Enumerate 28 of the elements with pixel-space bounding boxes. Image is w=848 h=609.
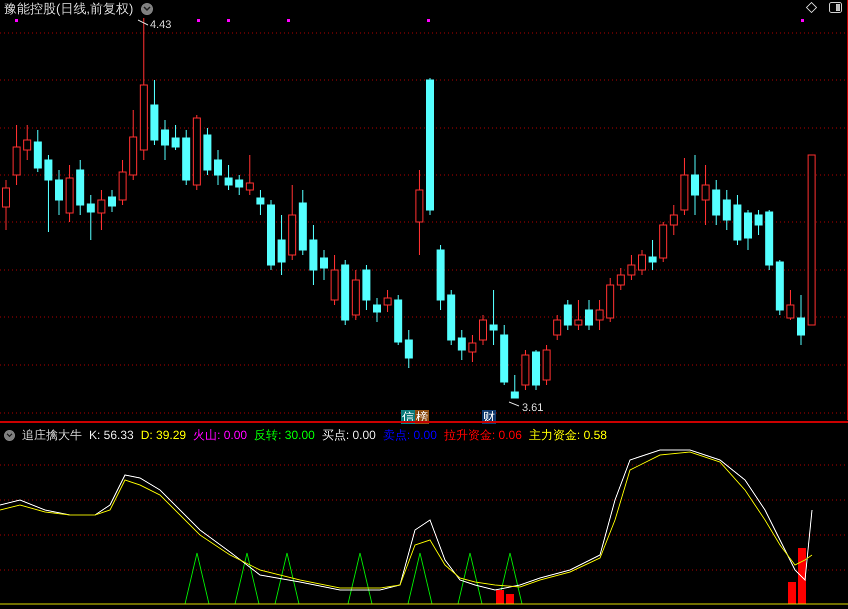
signal-spike [408, 552, 432, 604]
panel-toggle-icon[interactable] [829, 2, 842, 13]
fund-bar [798, 548, 806, 604]
low-price-label: 3.61 [522, 401, 544, 416]
indicator-reading: D: 39.29 [140, 427, 186, 444]
signal-spike [274, 552, 300, 604]
signal-spike [458, 552, 482, 604]
indicator-reading: 火山: 0.00 [193, 427, 248, 444]
chart-title: 豫能控股(日线,前复权) [4, 1, 134, 16]
signal-spike [348, 552, 372, 604]
diamond-icon[interactable] [806, 2, 817, 13]
indicator-name: 追庄擒大牛 [22, 427, 82, 444]
dropdown-icon[interactable] [4, 430, 15, 440]
high-price-label: 4.43 [150, 18, 172, 33]
indicator-reading: K: 56.33 [89, 427, 134, 444]
indicator-reading: 拉升资金: 0.06 [444, 427, 522, 444]
indicator-reading: 买点: 0.00 [322, 427, 376, 444]
indicator-reading: 反转: 30.00 [254, 427, 315, 444]
fund-bar [506, 594, 514, 604]
fund-bar [788, 582, 796, 604]
fund-bar [496, 590, 504, 604]
signal-spike [184, 552, 210, 604]
indicator-reading: 主力资金: 0.58 [528, 427, 607, 444]
indicator-reading: 卖点: 0.00 [382, 427, 437, 444]
dropdown-icon[interactable] [141, 2, 154, 14]
leader-line [138, 20, 148, 26]
signal-spike [234, 552, 260, 604]
leader-line [508, 402, 520, 406]
